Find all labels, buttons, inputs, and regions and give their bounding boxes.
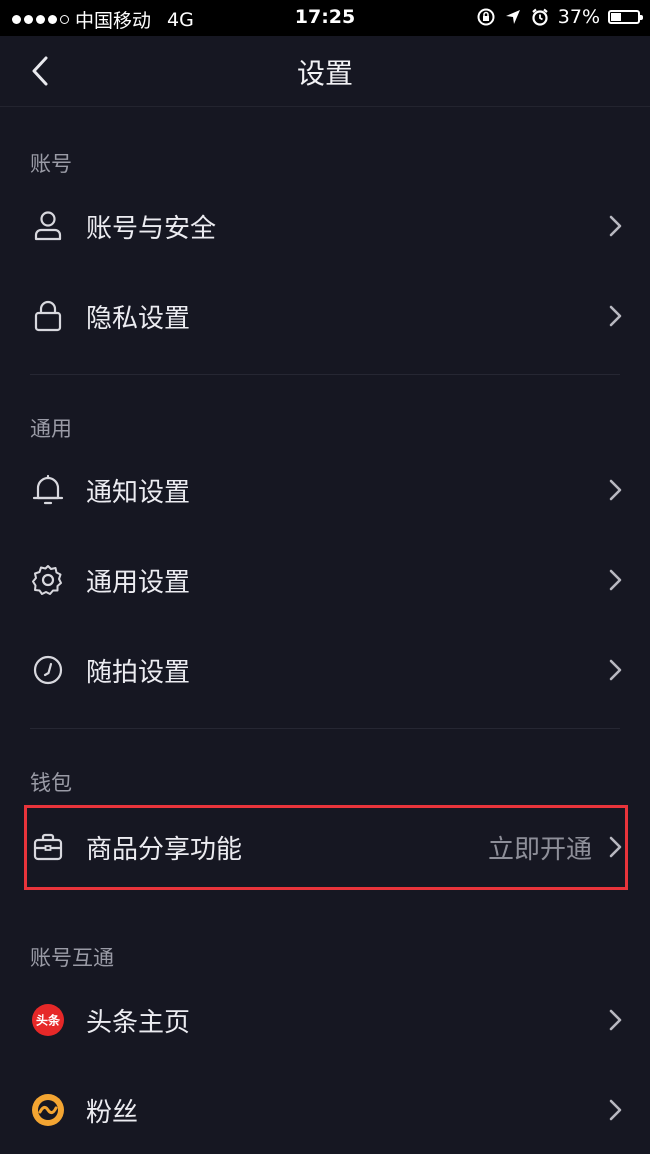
toutiao-logo-icon: 头条 [32, 1004, 64, 1036]
settings-item-notifications[interactable]: 通知设置 [0, 446, 650, 534]
settings-item-account-security[interactable]: 账号与安全 [0, 182, 650, 270]
battery-percent: 37% [557, 6, 600, 28]
chevron-right-icon [609, 659, 622, 681]
fans-logo-icon [32, 1094, 64, 1126]
chevron-right-icon [609, 569, 622, 591]
clock-icon [33, 655, 63, 685]
section-title-linked-accounts: 账号互通 [30, 946, 114, 970]
chevron-right-icon [609, 1009, 622, 1031]
settings-item-label: 隐私设置 [86, 304, 191, 334]
settings-item-product-sharing[interactable]: 商品分享功能 立即开通 [0, 803, 650, 891]
page-title: 设置 [296, 57, 353, 90]
settings-item-toutiao-home[interactable]: 头条 头条主页 [0, 976, 650, 1064]
chevron-right-icon [609, 305, 622, 327]
settings-item-privacy[interactable]: 隐私设置 [0, 272, 650, 360]
battery-icon [608, 10, 643, 24]
rotation-lock-icon [477, 8, 495, 26]
status-right: 37% [476, 6, 643, 28]
settings-item-label: 通用设置 [86, 568, 191, 598]
status-bar: 中国移动 4G 17:25 37% [0, 0, 650, 36]
settings-item-label: 通知设置 [86, 478, 191, 508]
section-divider [30, 728, 620, 729]
chevron-right-icon [609, 215, 622, 237]
settings-item-general[interactable]: 通用设置 [0, 536, 650, 624]
section-title-account: 账号 [30, 152, 72, 176]
user-icon [34, 211, 62, 241]
briefcase-icon [33, 833, 63, 861]
section-title-general: 通用 [30, 417, 72, 441]
bell-icon [32, 474, 64, 505]
settings-item-fans[interactable]: 粉丝 [0, 1066, 650, 1154]
settings-item-label: 头条主页 [86, 1008, 191, 1038]
section-title-wallet: 钱包 [30, 771, 72, 795]
lock-icon [34, 300, 62, 332]
nav-bar: 设置 [0, 36, 650, 107]
settings-item-label: 商品分享功能 [86, 835, 243, 865]
chevron-right-icon [609, 1099, 622, 1121]
alarm-icon [532, 8, 548, 26]
settings-item-label: 随拍设置 [86, 658, 191, 688]
location-icon [505, 10, 520, 24]
section-divider [30, 374, 620, 375]
gear-icon [32, 565, 62, 595]
settings-item-label: 粉丝 [86, 1098, 139, 1128]
chevron-right-icon [609, 836, 622, 858]
svg-text:头条: 头条 [36, 1013, 61, 1028]
settings-item-capture[interactable]: 随拍设置 [0, 626, 650, 714]
settings-item-label: 账号与安全 [86, 214, 217, 244]
chevron-right-icon [609, 479, 622, 501]
activate-now-value: 立即开通 [487, 835, 592, 865]
